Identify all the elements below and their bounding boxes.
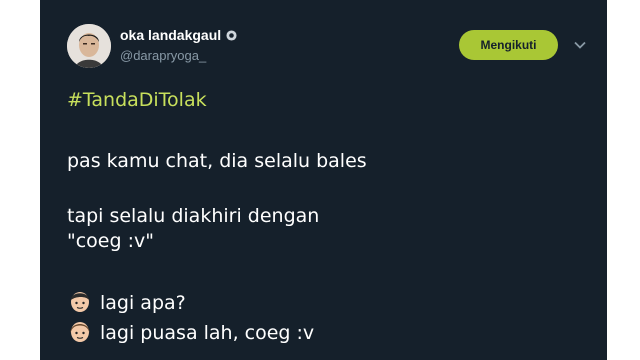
badge-icon [226,30,237,41]
dialogue-line-1: lagi apa? [67,289,186,316]
boy-face-emoji [71,292,89,312]
avatar[interactable] [67,24,111,68]
dialogue-line-2: lagi puasa lah, coeg :v [67,319,314,346]
dialogue-text: lagi puasa lah, coeg :v [100,322,315,344]
hashtag-link[interactable]: #TandaDiTolak [67,89,207,111]
person-avatar-icon [67,24,111,68]
display-name-text[interactable]: oka landakgaul [120,27,221,43]
tweet-card: oka landakgaul @darapryoga_ Mengikuti #T… [40,0,607,360]
girl-face-emoji [70,322,90,342]
tweet-line: pas kamu chat, dia selalu bales [67,150,367,172]
tweet-line: tapi selalu diakhiri dengan [67,205,320,227]
chevron-down-icon[interactable] [573,38,587,52]
dialogue-text: lagi apa? [100,292,186,314]
display-name[interactable]: oka landakgaul [120,27,237,43]
tweet-line: "coeg :v" [67,230,154,252]
following-button[interactable]: Mengikuti [459,30,558,60]
user-handle[interactable]: @darapryoga_ [120,48,206,63]
